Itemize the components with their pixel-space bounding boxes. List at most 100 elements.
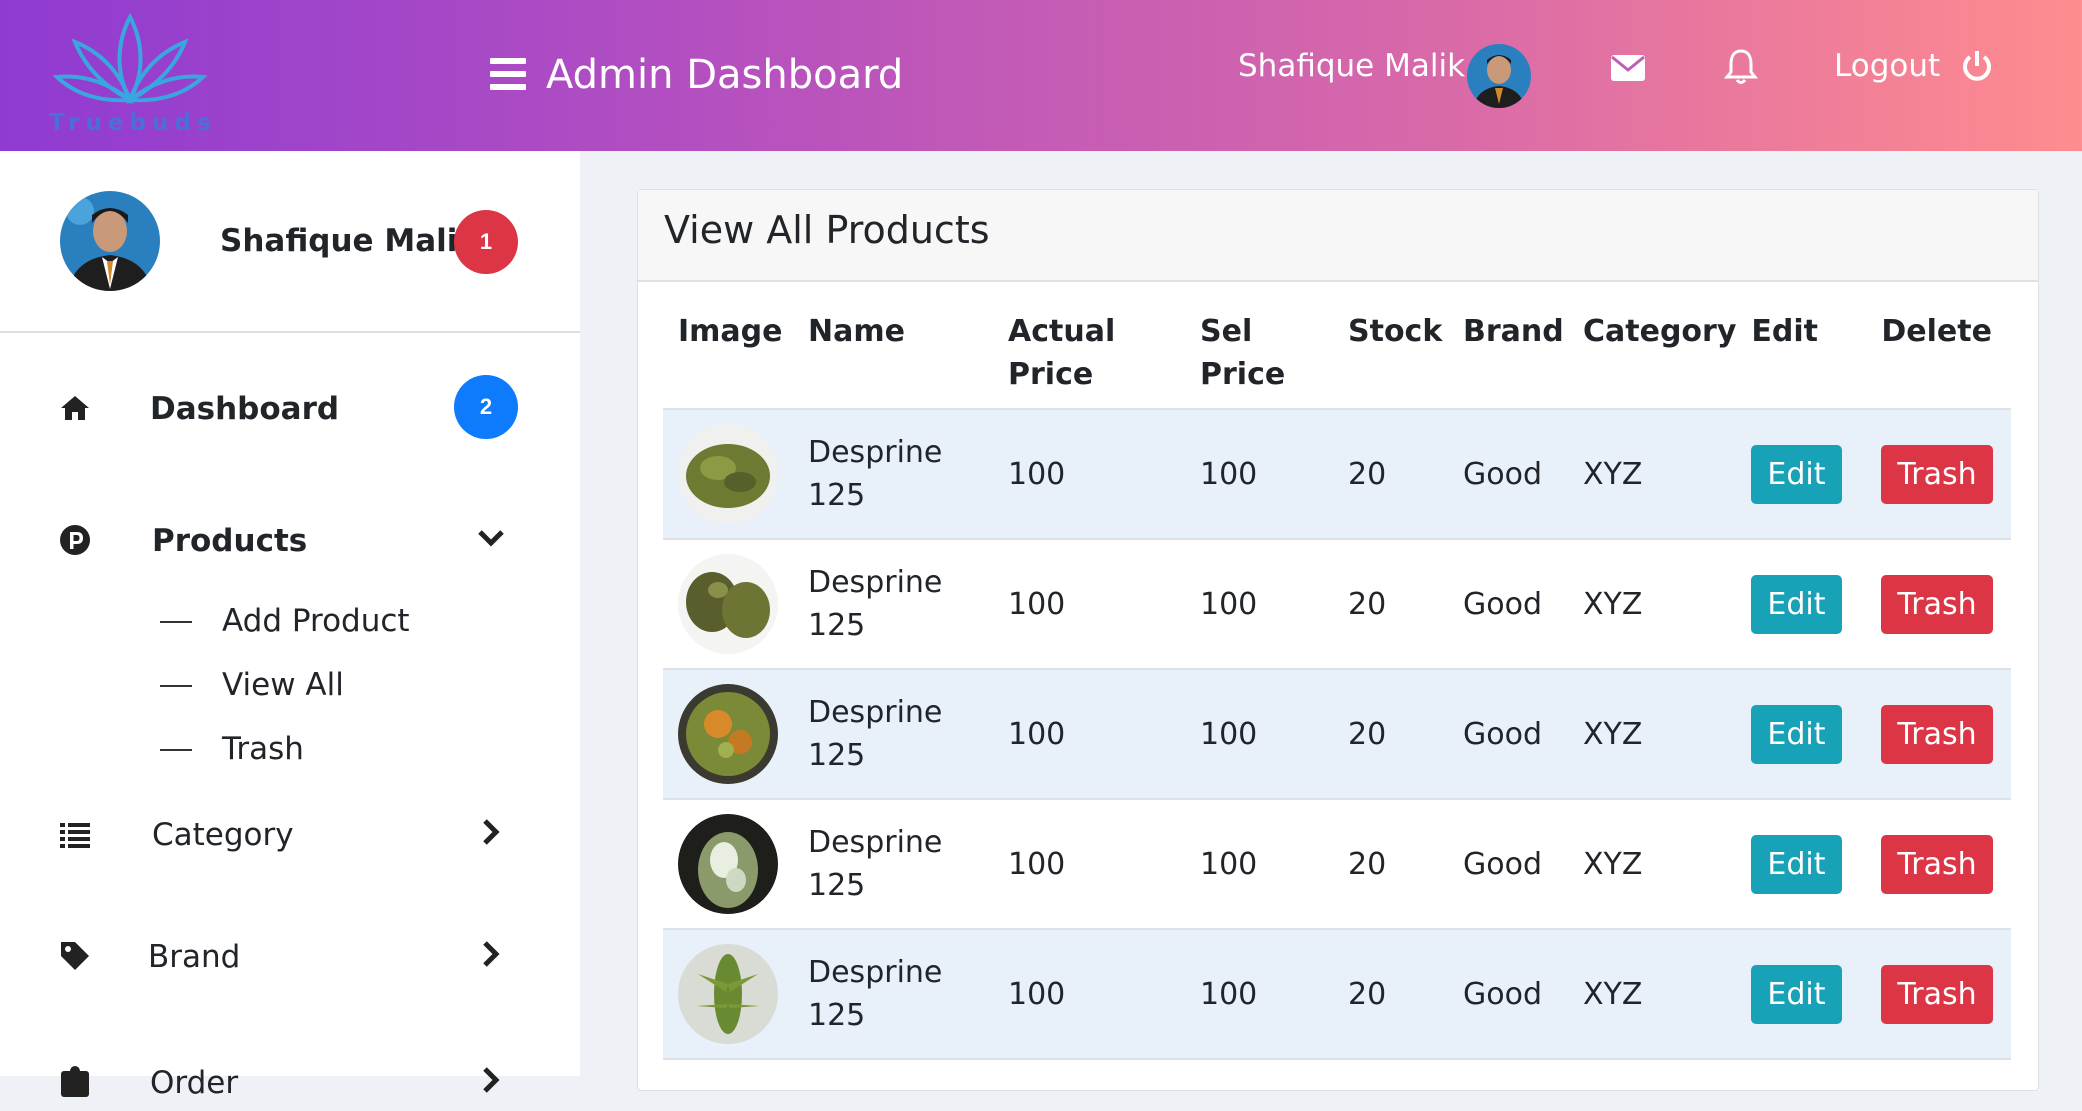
product-thumbnail[interactable] bbox=[678, 554, 778, 654]
sidebar-item-category[interactable]: Category bbox=[0, 803, 580, 863]
sidebar-item-products[interactable]: Products bbox=[0, 509, 580, 569]
avatar[interactable] bbox=[60, 191, 160, 291]
truebuds-logo[interactable]: Truebuds bbox=[45, 12, 215, 137]
trash-button[interactable]: Trash bbox=[1881, 834, 1993, 894]
edit-button[interactable]: Edit bbox=[1751, 964, 1842, 1024]
sidebar-item-label: Category bbox=[152, 817, 294, 853]
user-photo-icon bbox=[60, 191, 160, 291]
stock: 20 bbox=[1333, 799, 1448, 930]
table-header-row: Image Name Actual Price Sel Price Stock … bbox=[663, 286, 2011, 410]
product-name: Desprine 125 bbox=[793, 409, 993, 540]
header-avatar[interactable] bbox=[1467, 44, 1531, 108]
actual-price: 100 bbox=[993, 669, 1185, 800]
category: XYZ bbox=[1568, 669, 1737, 800]
header-user-name[interactable]: Shafique Malik bbox=[1238, 48, 1465, 84]
delete-cell: Trash bbox=[1866, 539, 2011, 670]
edit-button[interactable]: Edit bbox=[1751, 704, 1842, 764]
product-thumbnail[interactable] bbox=[678, 684, 778, 784]
trash-button[interactable]: Trash bbox=[1881, 574, 1993, 634]
table-row: Desprine 125 100 100 20 Good XYZ Edit Tr… bbox=[663, 409, 2011, 540]
power-icon[interactable] bbox=[1961, 49, 1993, 88]
cannabis-leaf-icon bbox=[52, 12, 208, 105]
sidebar-item-dashboard[interactable]: Dashboard 2 bbox=[0, 375, 580, 439]
home-icon bbox=[61, 396, 89, 420]
sidebar-subitem-label: Add Product bbox=[222, 603, 410, 639]
sel-price: 100 bbox=[1185, 669, 1333, 800]
p-circle-icon bbox=[60, 525, 90, 555]
edit-cell: Edit bbox=[1736, 929, 1867, 1060]
column-header-delete: Delete bbox=[1866, 286, 2011, 410]
table-row: Desprine 125 100 100 20 Good XYZ Edit Tr… bbox=[663, 669, 2011, 800]
actual-price: 100 bbox=[993, 799, 1185, 930]
trash-button[interactable]: Trash bbox=[1881, 444, 1993, 504]
trash-button[interactable]: Trash bbox=[1881, 704, 1993, 764]
page-title: View All Products bbox=[664, 208, 990, 252]
list-icon bbox=[60, 823, 90, 848]
brand: Good bbox=[1448, 799, 1568, 930]
sel-price: 100 bbox=[1185, 409, 1333, 540]
card-header: View All Products bbox=[638, 190, 2038, 282]
product-thumbnail[interactable] bbox=[678, 814, 778, 914]
logo-text: Truebuds bbox=[49, 110, 217, 136]
brand: Good bbox=[1448, 929, 1568, 1060]
product-thumbnail[interactable] bbox=[678, 944, 778, 1044]
delete-cell: Trash bbox=[1866, 929, 2011, 1060]
edit-button[interactable]: Edit bbox=[1751, 444, 1842, 504]
chevron-right-icon[interactable] bbox=[476, 817, 506, 847]
actual-price: 100 bbox=[993, 539, 1185, 670]
chevron-down-icon[interactable] bbox=[476, 523, 506, 553]
product-image-cell bbox=[663, 799, 793, 930]
category: XYZ bbox=[1568, 539, 1737, 670]
sidebar-item-order[interactable]: Order bbox=[0, 1051, 580, 1111]
sidebar-item-label: Dashboard bbox=[150, 391, 340, 427]
edit-cell: Edit bbox=[1736, 669, 1867, 800]
category: XYZ bbox=[1568, 799, 1737, 930]
envelope-icon[interactable] bbox=[1610, 54, 1646, 87]
sidebar-item-label: Order bbox=[150, 1065, 239, 1101]
table-row: Desprine 125 100 100 20 Good XYZ Edit Tr… bbox=[663, 539, 2011, 670]
chevron-right-icon[interactable] bbox=[476, 1065, 506, 1095]
sidebar-profile: Shafique Malik 1 bbox=[0, 151, 580, 333]
column-header-image: Image bbox=[663, 286, 793, 410]
sidebar-item-label: Products bbox=[152, 523, 308, 559]
app-title: Admin Dashboard bbox=[546, 52, 904, 98]
user-photo-icon bbox=[1467, 44, 1531, 108]
category: XYZ bbox=[1568, 929, 1737, 1060]
column-header-stock: Stock bbox=[1333, 286, 1448, 410]
delete-cell: Trash bbox=[1866, 669, 2011, 800]
edit-button[interactable]: Edit bbox=[1751, 574, 1842, 634]
sel-price: 100 bbox=[1185, 799, 1333, 930]
stock: 20 bbox=[1333, 929, 1448, 1060]
column-header-edit: Edit bbox=[1736, 286, 1867, 410]
dashboard-badge: 2 bbox=[454, 375, 518, 439]
edit-cell: Edit bbox=[1736, 409, 1867, 540]
product-image-cell bbox=[663, 409, 793, 540]
product-thumbnail[interactable] bbox=[678, 424, 778, 524]
dash-icon bbox=[160, 621, 192, 623]
tag-icon bbox=[61, 942, 89, 970]
actual-price: 100 bbox=[993, 409, 1185, 540]
product-name: Desprine 125 bbox=[793, 799, 993, 930]
table-row: Desprine 125 100 100 20 Good XYZ Edit Tr… bbox=[663, 929, 2011, 1060]
sidebar-item-brand[interactable]: Brand bbox=[0, 925, 580, 985]
delete-cell: Trash bbox=[1866, 409, 2011, 540]
sel-price: 100 bbox=[1185, 929, 1333, 1060]
products-table: Image Name Actual Price Sel Price Stock … bbox=[663, 286, 2011, 1060]
product-name: Desprine 125 bbox=[793, 669, 993, 800]
brand: Good bbox=[1448, 539, 1568, 670]
stock: 20 bbox=[1333, 539, 1448, 670]
sidebar-item-label: Brand bbox=[148, 939, 241, 975]
chevron-right-icon[interactable] bbox=[476, 939, 506, 969]
stock: 20 bbox=[1333, 669, 1448, 800]
product-image-cell bbox=[663, 929, 793, 1060]
sidebar-subitem-label: View All bbox=[222, 667, 344, 703]
menu-toggle-icon[interactable] bbox=[490, 58, 526, 90]
sidebar: Shafique Malik 1 Dashboard 2 Products Ad… bbox=[0, 151, 580, 1101]
column-header-sel-price: Sel Price bbox=[1185, 286, 1333, 410]
category: XYZ bbox=[1568, 409, 1737, 540]
logout-link[interactable]: Logout bbox=[1834, 48, 1940, 84]
edit-button[interactable]: Edit bbox=[1751, 834, 1842, 894]
trash-button[interactable]: Trash bbox=[1881, 964, 1993, 1024]
brand: Good bbox=[1448, 409, 1568, 540]
bell-icon[interactable] bbox=[1723, 48, 1759, 91]
